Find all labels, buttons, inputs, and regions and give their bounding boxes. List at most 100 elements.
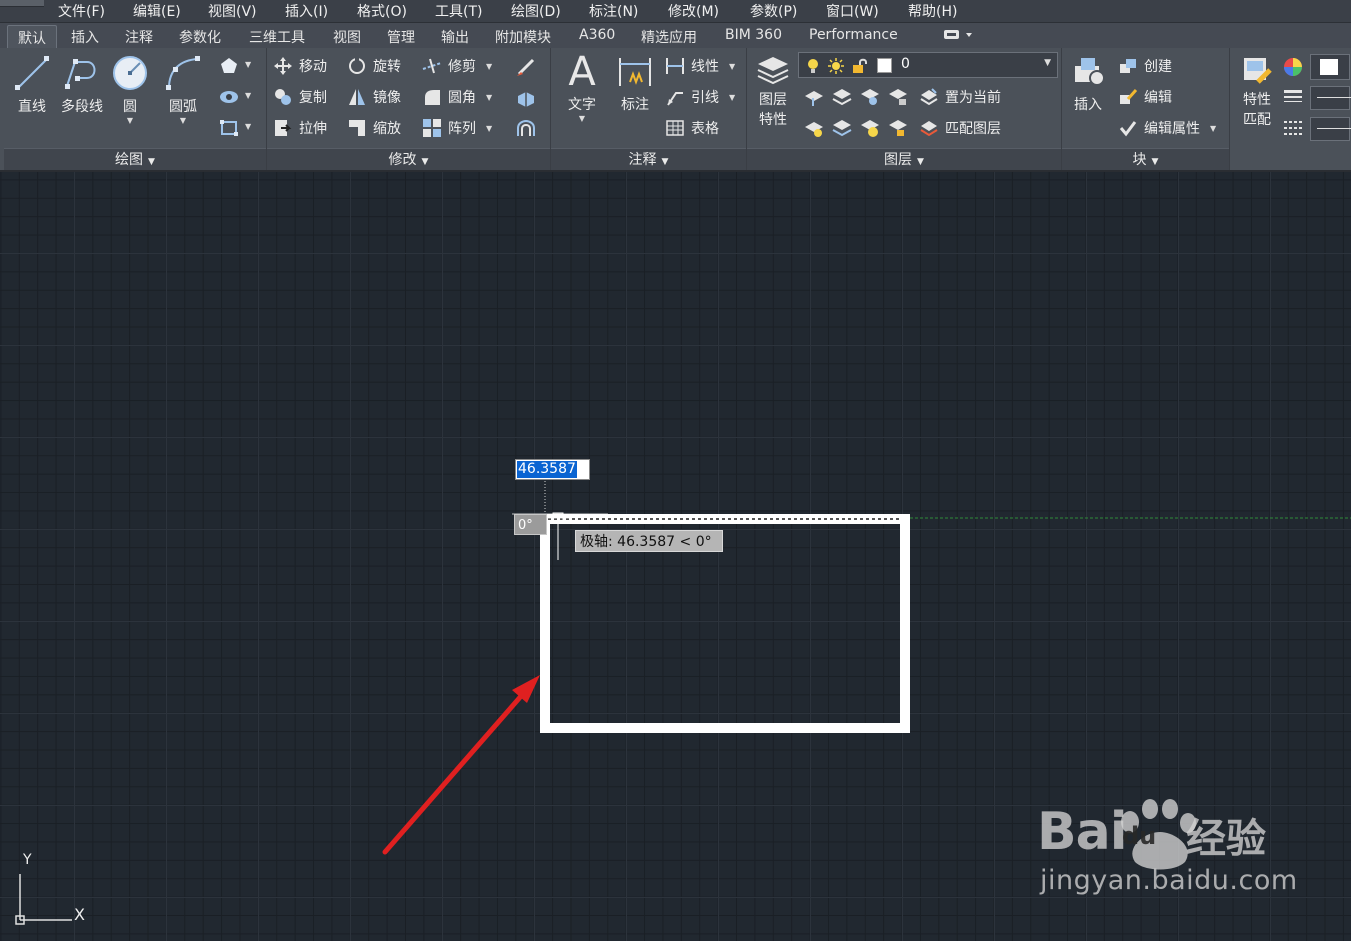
- color-dropdown[interactable]: [1310, 54, 1350, 80]
- circle-dropdown-icon[interactable]: ▼: [110, 116, 150, 126]
- panel-block-title[interactable]: 块 ▼: [1062, 148, 1229, 170]
- linear-dimension-button[interactable]: 线性 ▼: [665, 55, 735, 77]
- polyline-icon: [63, 54, 101, 92]
- mirror-button[interactable]: 镜像: [347, 86, 401, 108]
- lineweight-icon[interactable]: [1282, 86, 1304, 108]
- leader-button[interactable]: 引线 ▼: [665, 86, 735, 108]
- panel-annotation-title[interactable]: 注释 ▼: [551, 148, 746, 170]
- dimension-icon: [616, 52, 654, 90]
- move-button[interactable]: 移动: [273, 55, 327, 77]
- circle-label: 圆: [123, 99, 137, 115]
- scale-button[interactable]: 缩放: [347, 117, 401, 139]
- tab-manage[interactable]: 管理: [387, 27, 415, 47]
- layer-lock-icon[interactable]: [887, 86, 909, 108]
- tab-addins[interactable]: 附加模块: [495, 27, 551, 47]
- create-block-button[interactable]: 创建: [1118, 55, 1172, 77]
- table-button[interactable]: 表格: [665, 117, 719, 139]
- copy-button[interactable]: 复制: [273, 86, 327, 108]
- tab-default[interactable]: 默认: [7, 25, 57, 49]
- polyline-button[interactable]: 多段线: [56, 54, 108, 116]
- layer-dropdown[interactable]: 0 ▼: [798, 52, 1058, 78]
- match-layer-button[interactable]: 匹配图层: [919, 117, 1001, 139]
- array-dropdown-icon[interactable]: ▼: [486, 124, 492, 133]
- layer-on-icon[interactable]: [803, 117, 825, 139]
- panel-draw-title[interactable]: 绘图 ▼: [4, 148, 266, 170]
- hatch-icon[interactable]: [218, 86, 240, 108]
- explode-icon[interactable]: [515, 87, 537, 109]
- fillet-dropdown-icon[interactable]: ▼: [486, 93, 492, 102]
- trim-button[interactable]: 修剪 ▼: [422, 55, 492, 77]
- color-wheel-icon[interactable]: [1282, 56, 1304, 78]
- set-current-layer-button[interactable]: 置为当前: [919, 86, 1001, 108]
- edit-attributes-button[interactable]: 编辑属性 ▼: [1118, 117, 1216, 139]
- stretch-button[interactable]: 拉伸: [273, 117, 327, 139]
- panel-modify-title[interactable]: 修改 ▼: [267, 148, 550, 170]
- trim-dropdown-icon[interactable]: ▼: [486, 62, 492, 71]
- tab-3d-tools[interactable]: 三维工具: [249, 27, 305, 47]
- layer-match-icon: [920, 121, 938, 137]
- linetype-dropdown[interactable]: [1310, 117, 1351, 141]
- match-properties-button[interactable]: 特性 匹配: [1234, 52, 1280, 130]
- layer-thaw-icon[interactable]: [859, 117, 881, 139]
- menu-tools[interactable]: 工具(T): [435, 1, 482, 21]
- menu-edit[interactable]: 编辑(E): [133, 1, 181, 21]
- tab-view[interactable]: 视图: [333, 27, 361, 47]
- tab-insert[interactable]: 插入: [71, 27, 99, 47]
- menu-insert[interactable]: 插入(I): [285, 1, 328, 21]
- hatch-dropdown-icon[interactable]: ▼: [245, 91, 251, 100]
- tab-annotate[interactable]: 注释: [125, 27, 153, 47]
- linear-dropdown-icon[interactable]: ▼: [729, 62, 735, 71]
- layer-isolate-icon[interactable]: [831, 86, 853, 108]
- menu-file[interactable]: 文件(F): [58, 1, 105, 21]
- tab-performance[interactable]: Performance: [809, 27, 898, 43]
- panel-layers-title[interactable]: 图层 ▼: [747, 148, 1061, 170]
- ribbon-minimize-icon[interactable]: [941, 28, 975, 42]
- application-menu-button[interactable]: [0, 0, 44, 7]
- tab-featured-apps[interactable]: 精选应用: [641, 27, 697, 47]
- arc-dropdown-icon[interactable]: ▼: [160, 116, 206, 126]
- tab-a360[interactable]: A360: [579, 27, 615, 43]
- menu-modify[interactable]: 修改(M): [668, 1, 719, 21]
- erase-icon[interactable]: [515, 56, 537, 78]
- fillet-button[interactable]: 圆角 ▼: [422, 86, 492, 108]
- layer-freeze-icon[interactable]: [859, 86, 881, 108]
- edit-block-button[interactable]: 编辑: [1118, 86, 1172, 108]
- arc-button[interactable]: 圆弧 ▼: [160, 54, 206, 126]
- rectangle-dropdown-icon[interactable]: ▼: [245, 122, 251, 131]
- menu-draw[interactable]: 绘图(D): [511, 1, 561, 21]
- trim-icon: [422, 58, 442, 74]
- line-button[interactable]: 直线: [10, 54, 54, 116]
- dynamic-input-field[interactable]: 46.3587: [515, 459, 590, 480]
- insert-block-button[interactable]: 插入: [1066, 52, 1110, 114]
- layer-unisolate-icon[interactable]: [831, 117, 853, 139]
- leader-dropdown-icon[interactable]: ▼: [729, 93, 735, 102]
- layer-unlock-icon[interactable]: [887, 117, 909, 139]
- tab-parametric[interactable]: 参数化: [179, 27, 221, 47]
- text-button[interactable]: A 文字 ▼: [559, 52, 605, 124]
- linetype-icon[interactable]: [1282, 117, 1304, 139]
- menu-help[interactable]: 帮助(H): [908, 1, 957, 21]
- menu-dimension[interactable]: 标注(N): [589, 1, 638, 21]
- lightbulb-icon: [808, 59, 818, 73]
- polygon-dropdown-icon[interactable]: ▼: [245, 60, 251, 69]
- menu-parametric[interactable]: 参数(P): [750, 1, 797, 21]
- rotate-button[interactable]: 旋转: [347, 55, 401, 77]
- drawing-canvas[interactable]: 46.3587 0° 极轴: 46.3587 < 0° Y X Bai du 经…: [0, 172, 1351, 941]
- menu-format[interactable]: 格式(O): [357, 1, 407, 21]
- menu-window[interactable]: 窗口(W): [826, 1, 879, 21]
- edit-attributes-dropdown-icon[interactable]: ▼: [1210, 124, 1216, 133]
- rectangle-icon[interactable]: [218, 117, 240, 139]
- layer-properties-button[interactable]: 图层 特性: [753, 52, 793, 130]
- menu-view[interactable]: 视图(V): [208, 1, 257, 21]
- dimension-button[interactable]: 标注: [613, 52, 657, 114]
- tab-bim360[interactable]: BIM 360: [725, 27, 782, 43]
- polygon-icon[interactable]: [218, 55, 240, 77]
- layer-off-icon[interactable]: [803, 86, 825, 108]
- tab-output[interactable]: 输出: [441, 27, 469, 47]
- circle-button[interactable]: 圆 ▼: [110, 54, 150, 126]
- array-button[interactable]: 阵列 ▼: [422, 117, 492, 139]
- offset-icon[interactable]: [515, 118, 537, 140]
- text-dropdown-icon[interactable]: ▼: [559, 114, 605, 124]
- lineweight-dropdown[interactable]: [1310, 86, 1351, 110]
- dimension-label: 标注: [621, 97, 649, 113]
